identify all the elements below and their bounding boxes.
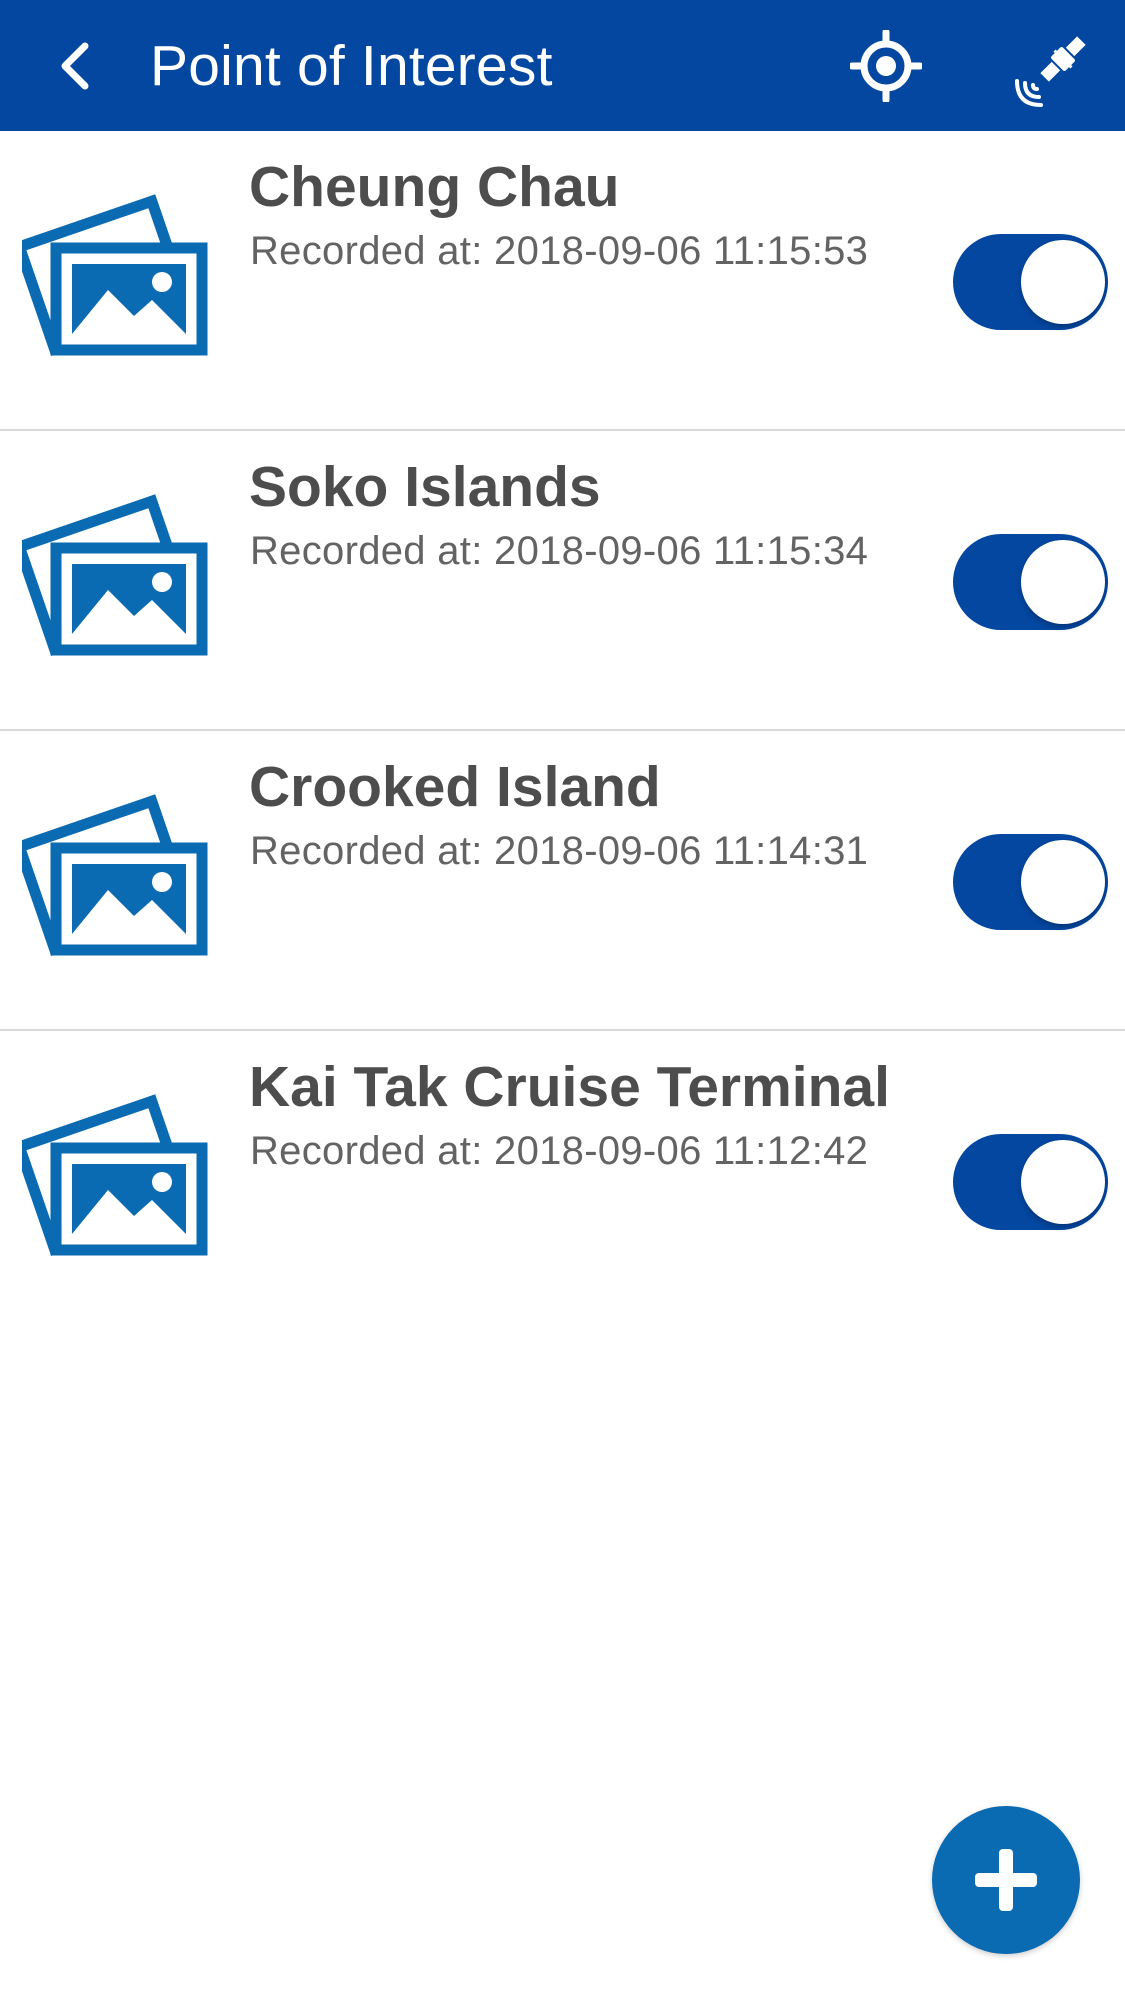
poi-title: Kai Tak Cruise Terminal — [249, 1055, 890, 1119]
toggle-knob — [1021, 240, 1105, 324]
satellite-button[interactable] — [1010, 22, 1100, 112]
image-gallery-icon — [22, 194, 208, 356]
poi-list-item[interactable]: Crooked Island Recorded at: 2018-09-06 1… — [0, 731, 1125, 1031]
poi-title: Soko Islands — [249, 455, 601, 519]
poi-list: Cheung Chau Recorded at: 2018-09-06 11:1… — [0, 131, 1125, 1331]
toggle-knob — [1021, 840, 1105, 924]
chevron-left-icon — [61, 42, 89, 90]
poi-title: Crooked Island — [249, 755, 661, 819]
add-poi-button[interactable] — [932, 1806, 1080, 1954]
poi-recorded-time: Recorded at: 2018-09-06 11:14:31 — [250, 829, 869, 873]
page-title: Point of Interest — [150, 34, 553, 98]
poi-visibility-toggle[interactable] — [953, 1134, 1108, 1230]
poi-recorded-time: Recorded at: 2018-09-06 11:15:53 — [250, 229, 869, 273]
image-gallery-icon — [22, 1094, 208, 1256]
poi-recorded-time: Recorded at: 2018-09-06 11:12:42 — [250, 1129, 869, 1173]
poi-list-item[interactable]: Cheung Chau Recorded at: 2018-09-06 11:1… — [0, 131, 1125, 431]
poi-screen: Point of Interest Cheung Chau Recorded a… — [0, 0, 1125, 2001]
back-button[interactable] — [45, 30, 105, 102]
poi-list-item[interactable]: Kai Tak Cruise Terminal Recorded at: 201… — [0, 1031, 1125, 1331]
app-header: Point of Interest — [0, 0, 1125, 131]
poi-title: Cheung Chau — [249, 155, 620, 219]
satellite-icon — [1015, 36, 1086, 107]
plus-icon — [975, 1849, 1037, 1911]
poi-visibility-toggle[interactable] — [953, 234, 1108, 330]
toggle-knob — [1021, 1140, 1105, 1224]
crosshair-icon — [850, 30, 922, 102]
image-gallery-icon — [22, 794, 208, 956]
toggle-knob — [1021, 540, 1105, 624]
poi-visibility-toggle[interactable] — [953, 834, 1108, 930]
locate-button[interactable] — [845, 25, 927, 107]
poi-visibility-toggle[interactable] — [953, 534, 1108, 630]
image-gallery-icon — [22, 494, 208, 656]
poi-recorded-time: Recorded at: 2018-09-06 11:15:34 — [250, 529, 869, 573]
poi-list-item[interactable]: Soko Islands Recorded at: 2018-09-06 11:… — [0, 431, 1125, 731]
